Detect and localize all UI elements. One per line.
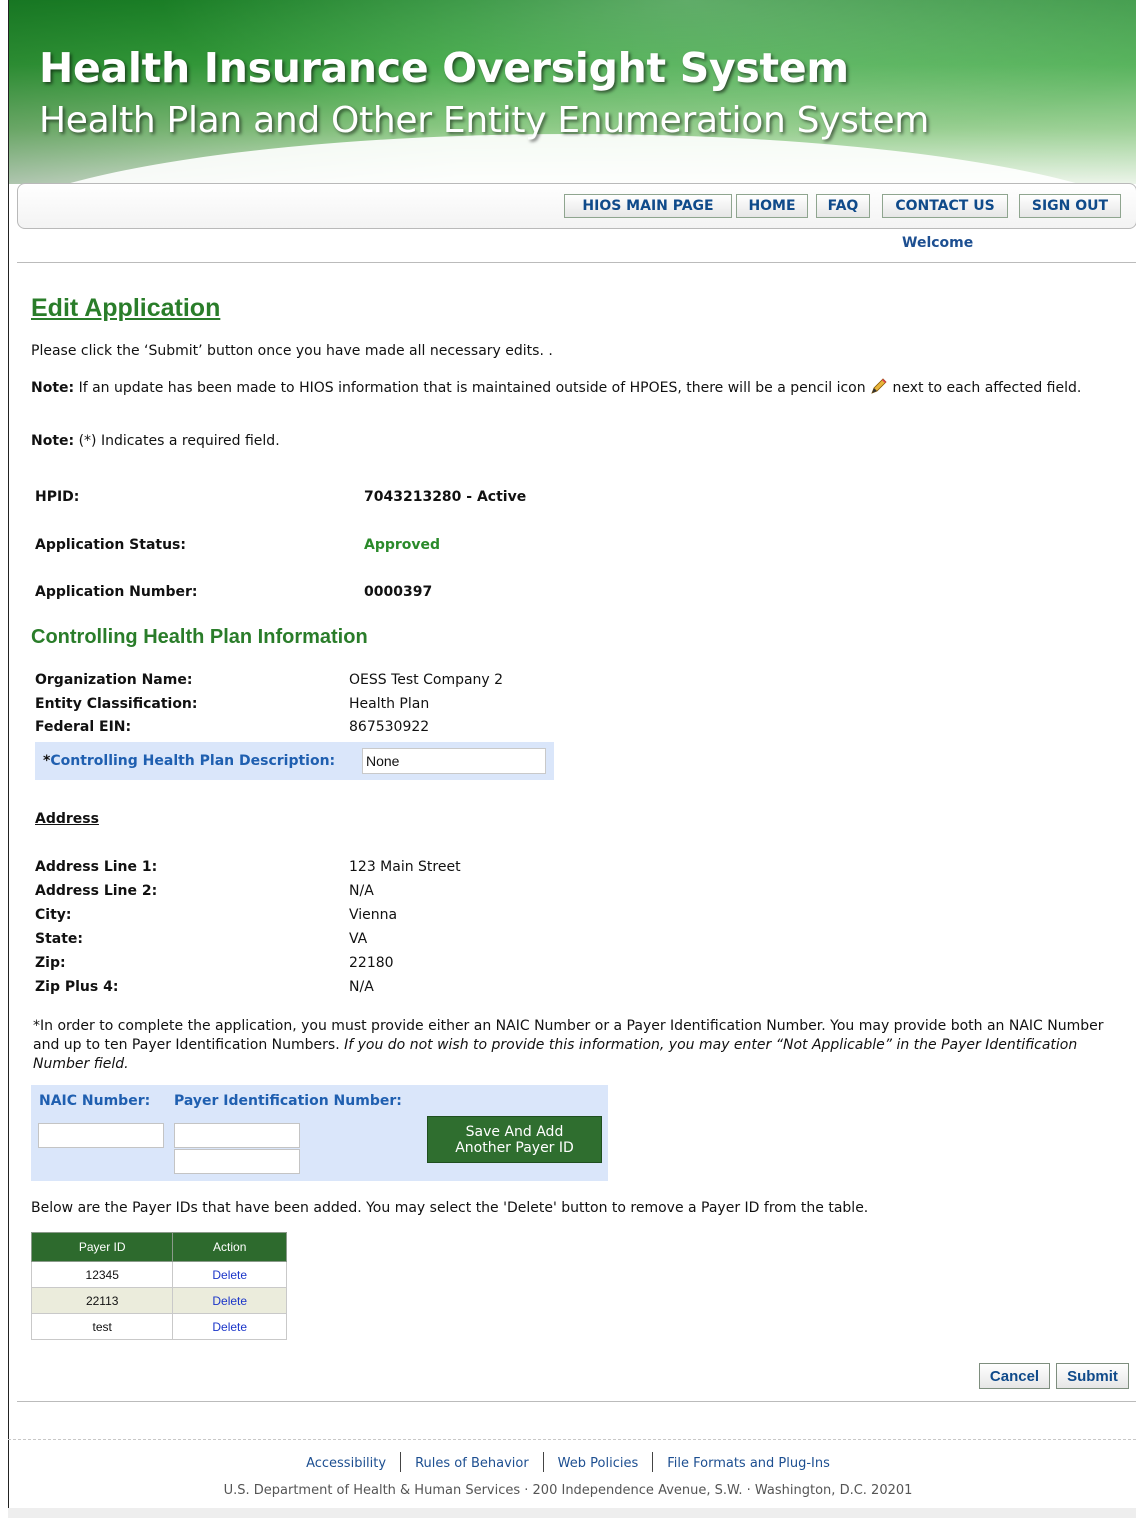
page-title: Edit Application (31, 294, 221, 322)
payer-id-table: Payer ID Action 12345 Delete 22113 Delet… (30, 1232, 287, 1340)
entity-class-value: Health Plan (349, 696, 430, 712)
footer-links: Accessibility Rules of Behavior Web Polici… (0, 1452, 1136, 1472)
delete-link[interactable]: Delete (212, 1294, 247, 1308)
footer-link-web-policies[interactable]: Web Policies (544, 1456, 653, 1471)
payer-info-text: *In order to complete the application, y… (33, 1017, 1123, 1074)
state-label: State: (35, 931, 84, 947)
payer-id-label: Payer Identification Number: (174, 1093, 402, 1109)
federal-ein-value: 867530922 (349, 719, 430, 735)
footer-link-rules-of-behavior[interactable]: Rules of Behavior (401, 1456, 543, 1471)
sign-out-button[interactable]: SIGN OUT (1019, 194, 1121, 218)
save-button-line2: Another Payer ID (455, 1139, 574, 1156)
zip-label: Zip: (35, 955, 66, 971)
footer-address: U.S. Department of Health & Human Servic… (223, 1483, 913, 1498)
page-frame: Health Insurance Oversight System Health… (8, 0, 1136, 1518)
federal-ein-label: Federal EIN: (35, 719, 132, 735)
contact-us-button[interactable]: CONTACT US (882, 194, 1008, 218)
bottom-band (8, 1508, 1136, 1518)
application-number-value: 0000397 (364, 584, 433, 600)
welcome-text: Welcome (902, 235, 974, 251)
delete-link[interactable]: Delete (212, 1268, 247, 1282)
city-value: Vienna (349, 907, 398, 923)
note-text-b: next to each affected field. (888, 380, 1082, 396)
action-cell: Delete (172, 1313, 287, 1340)
application-status-label: Application Status: (35, 537, 186, 553)
address-line1-value: 123 Main Street (349, 859, 461, 875)
application-status-value: Approved (364, 537, 441, 553)
naic-number-label: NAIC Number: (39, 1093, 151, 1109)
action-column-header: Action (172, 1232, 287, 1262)
address-line1-label: Address Line 1: (35, 859, 158, 875)
home-button[interactable]: HOME (736, 194, 808, 218)
payer-entry-panel: NAIC Number: Payer Identification Number… (31, 1085, 608, 1181)
entity-class-label: Entity Classification: (35, 696, 198, 712)
nav-bar: HIOS MAIN PAGE HOME FAQ CONTACT US SIGN … (17, 183, 1136, 229)
payer-id-input-2[interactable] (174, 1149, 300, 1174)
application-number-label: Application Number: (35, 584, 198, 600)
payer-id-cell: 12345 (30, 1261, 174, 1288)
payer-id-cell: test (30, 1313, 174, 1340)
action-cell: Delete (172, 1287, 287, 1314)
footer-link-accessibility[interactable]: Accessibility (292, 1456, 400, 1471)
description-row: *Controlling Health Plan Description: (35, 742, 554, 780)
instruction-text: Please click the ‘Submit’ button once yo… (31, 343, 553, 359)
note-label: Note: (31, 380, 75, 396)
pencil-icon (870, 378, 888, 394)
save-add-payer-button[interactable]: Save And Add Another Payer ID (427, 1116, 602, 1163)
payer-id-cell: 22113 (30, 1287, 174, 1314)
address-title: Address (35, 811, 99, 827)
naic-number-input[interactable] (38, 1123, 164, 1148)
hpid-value: 7043213280 - Active (364, 489, 527, 505)
payer-id-column-header: Payer ID (30, 1232, 174, 1262)
note-required: Note: (*) Indicates a required field. (31, 432, 280, 451)
controlling-section-title: Controlling Health Plan Information (31, 626, 368, 648)
description-label-text: Controlling Health Plan Description: (50, 753, 336, 769)
zip4-label: Zip Plus 4: (35, 979, 119, 995)
description-label: *Controlling Health Plan Description: (43, 753, 335, 769)
table-row: test Delete (30, 1313, 287, 1340)
hpid-label: HPID: (35, 489, 80, 505)
org-name-label: Organization Name: (35, 672, 193, 688)
table-row: 12345 Delete (30, 1261, 287, 1288)
note-pencil: Note: If an update has been made to HIOS… (31, 378, 1121, 398)
table-row: 22113 Delete (30, 1287, 287, 1314)
footer-divider (8, 1439, 1136, 1440)
org-name-value: OESS Test Company 2 (349, 672, 504, 688)
delete-link[interactable]: Delete (212, 1320, 247, 1334)
description-input[interactable] (362, 748, 546, 774)
state-value: VA (349, 931, 368, 947)
payer-table-intro: Below are the Payer IDs that have been a… (31, 1200, 869, 1216)
banner-title: Health Insurance Oversight System (39, 44, 849, 92)
cancel-button[interactable]: Cancel (979, 1363, 1050, 1389)
save-button-line1: Save And Add (465, 1123, 564, 1140)
city-label: City: (35, 907, 72, 923)
note-required-text: (*) Indicates a required field. (74, 433, 280, 449)
note-text-a: If an update has been made to HIOS infor… (74, 380, 866, 396)
faq-button[interactable]: FAQ (816, 194, 870, 218)
zip4-value: N/A (349, 979, 374, 995)
note-required-label: Note: (31, 433, 75, 449)
address-line2-label: Address Line 2: (35, 883, 158, 899)
submit-button[interactable]: Submit (1056, 1363, 1129, 1389)
banner-subtitle: Health Plan and Other Entity Enumeration… (39, 100, 930, 141)
footer-link-file-formats[interactable]: File Formats and Plug-Ins (653, 1456, 844, 1471)
address-line2-value: N/A (349, 883, 374, 899)
zip-value: 22180 (349, 955, 394, 971)
hios-main-page-button[interactable]: HIOS MAIN PAGE (564, 194, 732, 218)
header-banner: Health Insurance Oversight System Health… (9, 0, 1136, 184)
action-cell: Delete (172, 1261, 287, 1288)
payer-id-input[interactable] (174, 1123, 300, 1148)
